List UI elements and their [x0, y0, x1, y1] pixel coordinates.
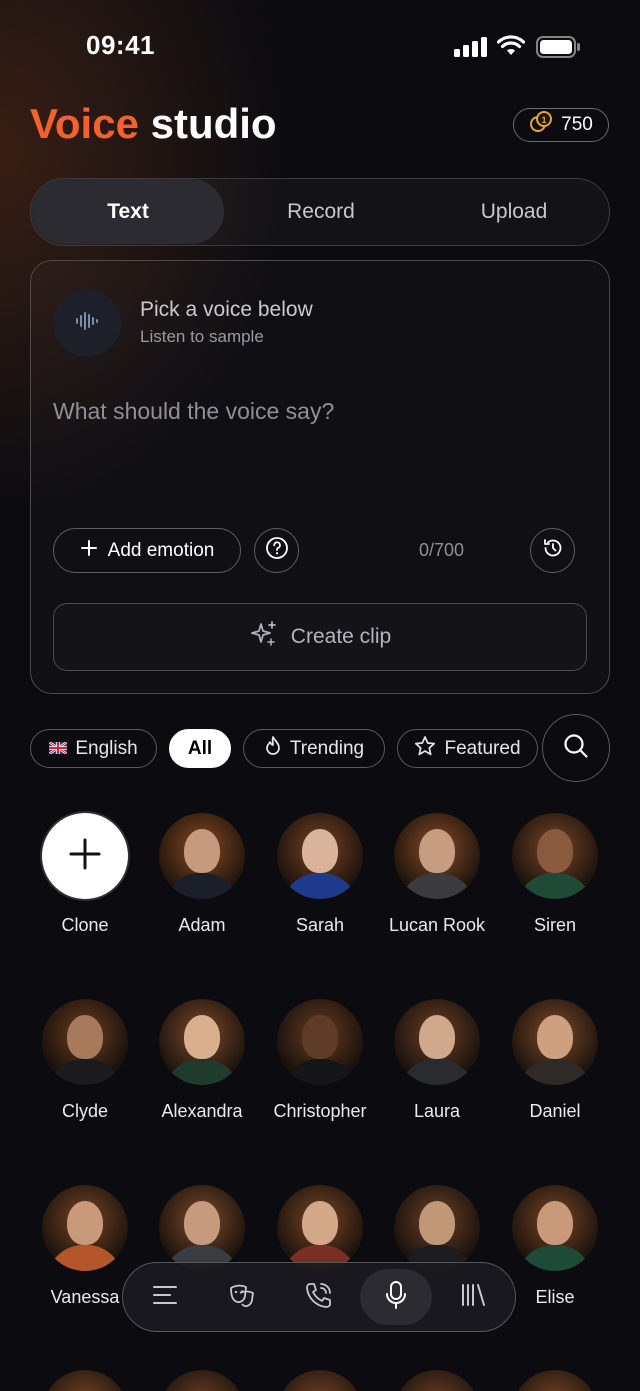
voice-card-sarah[interactable]: Sarah	[265, 813, 375, 936]
filter-all[interactable]: All	[169, 729, 231, 768]
filter-trending[interactable]: Trending	[243, 729, 385, 768]
trending-label: Trending	[289, 737, 365, 759]
voice-avatar	[42, 999, 128, 1085]
menu-icon	[151, 1283, 179, 1312]
signal-icon	[454, 37, 488, 57]
plus-icon	[80, 539, 98, 563]
battery-icon	[536, 36, 582, 58]
voice-name: Alexandra	[161, 1101, 243, 1121]
voice-name: Adam	[178, 915, 226, 935]
voice-card-lucan-rook[interactable]: Lucan Rook	[382, 813, 492, 936]
voice-avatar	[394, 813, 480, 899]
credits-badge[interactable]: 1 750	[513, 108, 609, 142]
voice-avatar	[512, 813, 598, 899]
filter-featured[interactable]: Featured	[397, 729, 538, 768]
voice-name: Clyde	[61, 1101, 109, 1121]
mode-tabs: Text Record Upload	[30, 178, 610, 246]
waveform-icon	[74, 311, 100, 336]
nav-characters[interactable]	[206, 1269, 278, 1325]
masks-icon	[227, 1281, 257, 1314]
featured-label: Featured	[444, 737, 521, 759]
nav-library[interactable]	[437, 1269, 509, 1325]
create-clip-label: Create clip	[290, 625, 392, 648]
voice-card-alexandra[interactable]: Alexandra	[147, 999, 257, 1122]
voice-avatar	[42, 1185, 128, 1271]
title-rest: studio	[150, 100, 277, 147]
text-input[interactable]: What should the voice say?	[53, 398, 334, 425]
microphone-icon	[383, 1280, 409, 1315]
voice-card-siren[interactable]: Siren	[500, 813, 610, 936]
history-button[interactable]	[530, 528, 575, 573]
voice-avatar	[159, 999, 245, 1085]
language-filter[interactable]: English	[30, 729, 157, 768]
voice-card-elise[interactable]: Elise	[500, 1185, 610, 1308]
character-counter: 0/700	[419, 540, 465, 560]
search-button[interactable]	[542, 714, 610, 782]
svg-text:1: 1	[542, 115, 547, 125]
voice-avatar	[159, 1185, 245, 1271]
voice-avatar	[512, 1185, 598, 1271]
nav-menu[interactable]	[129, 1269, 201, 1325]
language-label: English	[75, 737, 138, 759]
history-icon	[541, 536, 565, 565]
voice-name: Lucan Rook	[388, 915, 486, 935]
voice-name: Christopher	[273, 1101, 367, 1121]
credits-count: 750	[561, 114, 593, 135]
question-icon	[265, 536, 289, 565]
voice-name: Daniel	[529, 1101, 581, 1121]
flame-icon	[264, 735, 282, 762]
voice-avatar	[159, 813, 245, 899]
create-clip-button[interactable]: Create clip	[53, 603, 587, 671]
voice-name: Elise	[535, 1287, 575, 1307]
bottom-nav	[122, 1262, 516, 1332]
plus-icon	[68, 837, 102, 876]
voice-avatar	[277, 813, 363, 899]
voice-card-clyde[interactable]: Clyde	[30, 999, 140, 1122]
voice-placeholder-title: Pick a voice below	[140, 298, 313, 321]
library-icon	[458, 1282, 488, 1313]
voice-avatar	[394, 999, 480, 1085]
phone-call-icon	[304, 1280, 334, 1315]
add-emotion-label: Add emotion	[107, 539, 215, 561]
voice-avatar	[277, 1185, 363, 1271]
selected-voice-avatar[interactable]	[53, 289, 121, 357]
coins-icon: 1	[529, 111, 553, 139]
voice-avatar	[394, 1185, 480, 1271]
wifi-icon	[496, 35, 526, 57]
add-emotion-button[interactable]: Add emotion	[53, 528, 241, 573]
uk-flag-icon	[48, 738, 69, 760]
tab-upload[interactable]: Upload	[418, 179, 610, 244]
sparkles-icon	[249, 619, 279, 655]
status-time: 09:41	[86, 30, 155, 60]
voice-name: Siren	[533, 915, 577, 935]
title-accent: Voice	[30, 100, 139, 147]
clone-avatar	[42, 813, 128, 899]
nav-voice[interactable]	[360, 1269, 432, 1325]
search-icon	[562, 732, 590, 765]
clone-voice-button[interactable]: Clone	[30, 813, 140, 936]
voice-card-adam[interactable]: Adam	[147, 813, 257, 936]
voice-avatar	[277, 999, 363, 1085]
voice-placeholder-subtitle: Listen to sample	[140, 327, 264, 346]
voice-card-daniel[interactable]: Daniel	[500, 999, 610, 1122]
voice-card-christopher[interactable]: Christopher	[265, 999, 375, 1122]
tab-text[interactable]: Text	[32, 179, 224, 244]
voice-row-partial	[0, 1370, 640, 1391]
nav-calls[interactable]	[283, 1269, 355, 1325]
help-button[interactable]	[254, 528, 299, 573]
voice-avatar	[512, 999, 598, 1085]
voice-name: Clone	[61, 915, 109, 935]
page-title: Voice studio	[30, 100, 277, 148]
voice-card-laura[interactable]: Laura	[382, 999, 492, 1122]
tab-record[interactable]: Record	[225, 179, 417, 244]
star-icon	[414, 735, 436, 763]
voice-name: Laura	[413, 1101, 461, 1121]
voice-name: Sarah	[295, 915, 345, 935]
